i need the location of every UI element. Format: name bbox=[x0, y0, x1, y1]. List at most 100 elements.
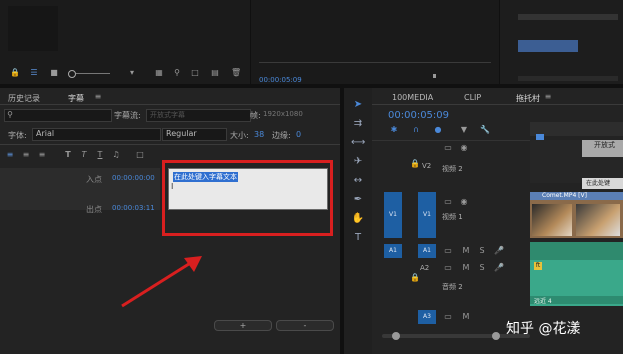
text-cursor: I bbox=[171, 182, 174, 191]
track-id-v2: V2 bbox=[422, 162, 432, 170]
font-select[interactable]: Arial bbox=[32, 128, 161, 141]
panel-menu-icon[interactable]: ≡ bbox=[94, 93, 102, 101]
sequence-timecode[interactable]: 00:00:05:09 bbox=[388, 110, 449, 121]
background-icon[interactable]: □ bbox=[136, 151, 144, 159]
tools-panel: ➤ ⇉ ⟷ ✈ ↔ ✒ ✋ T bbox=[344, 88, 372, 354]
border-value[interactable]: 0 bbox=[296, 130, 301, 139]
audio-clip-a1[interactable] bbox=[530, 242, 623, 260]
bold-icon[interactable]: T bbox=[64, 151, 72, 159]
monitor-marker bbox=[433, 74, 436, 78]
razor-icon[interactable]: ✈ bbox=[351, 155, 365, 168]
tab-captions[interactable]: 字幕 bbox=[68, 93, 84, 104]
track-select-icon[interactable]: ⇉ bbox=[351, 117, 365, 130]
overview-bar bbox=[518, 14, 618, 20]
clip-open-caption[interactable]: 开放式 bbox=[582, 140, 623, 157]
sequence-menu-icon[interactable]: ≡ bbox=[544, 93, 552, 101]
toolbar-divider bbox=[0, 144, 340, 145]
wrench-icon[interactable]: 🔧 bbox=[480, 126, 490, 134]
toggle-sync-icon-a3[interactable]: ▭ bbox=[444, 313, 452, 321]
scroll-handle-left[interactable] bbox=[392, 332, 400, 340]
caption-panel: 历史记录 字幕 ≡ ⚲ 字幕流: 开放式字幕 帧: 1920x1080 字体: … bbox=[0, 88, 340, 354]
caption-text-area[interactable]: 在此处键入字幕文本 I bbox=[168, 168, 328, 210]
trash-icon[interactable]: 🗑 bbox=[231, 69, 241, 77]
caption-text[interactable]: 在此处键入字幕文本 bbox=[173, 172, 238, 182]
mute-icon-a3[interactable]: M bbox=[462, 313, 470, 321]
slip-icon[interactable]: ↔ bbox=[351, 174, 365, 187]
video-clip-title: Comet.MP4 [V] bbox=[530, 192, 623, 200]
search-input[interactable] bbox=[4, 109, 112, 122]
toggle-sync-icon-v1[interactable]: ▭ bbox=[444, 198, 452, 206]
selection-tool-icon[interactable]: ➤ bbox=[351, 98, 365, 111]
solo-icon-a1[interactable]: S bbox=[478, 247, 486, 255]
tab-underline bbox=[0, 104, 340, 105]
linked-selection-icon[interactable]: ∩ bbox=[412, 126, 420, 134]
snap-icon[interactable]: ✱ bbox=[390, 126, 398, 134]
sort-icon[interactable]: ▾ bbox=[128, 69, 136, 77]
mute-icon-a1[interactable]: M bbox=[462, 247, 470, 255]
media-thumb-area bbox=[8, 6, 58, 51]
add-caption-button[interactable]: + bbox=[214, 320, 272, 331]
out-timecode[interactable]: 00:00:03:11 bbox=[112, 204, 155, 212]
marker-icon[interactable]: ▼ bbox=[460, 126, 468, 134]
pen-icon[interactable]: ✒ bbox=[351, 193, 365, 206]
new-bin-icon[interactable]: □ bbox=[191, 69, 199, 77]
monitor-timecode: 00:00:05:09 bbox=[259, 76, 302, 84]
list-view-icon[interactable]: ☰ bbox=[30, 69, 38, 77]
remove-caption-button[interactable]: - bbox=[276, 320, 334, 331]
mic-icon-a1[interactable]: 🎤 bbox=[494, 247, 504, 255]
track-target-a1[interactable]: A1 bbox=[418, 244, 436, 258]
audio-clip-a2[interactable]: ft 远近 4 bbox=[530, 260, 623, 306]
tab-history[interactable]: 历史记录 bbox=[8, 93, 40, 104]
timeline-panel: 100MEDIA CLIP 拖托村 ≡ 00:00:05:09 ✱ ∩ ● ▼ … bbox=[372, 88, 623, 354]
mic-icon-a2[interactable]: 🎤 bbox=[494, 264, 504, 272]
add-marker-icon[interactable]: ● bbox=[434, 126, 442, 134]
type-tool-icon[interactable]: T bbox=[351, 231, 365, 244]
monitor-scrub-line bbox=[259, 62, 491, 63]
overview-clip bbox=[518, 40, 578, 52]
clip-caption-2[interactable]: 在此处键 bbox=[582, 178, 623, 189]
tab-sequence[interactable]: 拖托村 bbox=[516, 93, 540, 104]
icon-view-icon[interactable]: ■ bbox=[50, 69, 58, 77]
frame-label: 帧: bbox=[250, 111, 261, 120]
hand-icon[interactable]: ✋ bbox=[351, 212, 365, 225]
lock-track-icon-a2[interactable]: 🔒 bbox=[410, 274, 420, 282]
underline-icon[interactable]: T bbox=[96, 151, 104, 159]
scroll-handle-right[interactable] bbox=[492, 332, 500, 340]
zoom-slider-handle[interactable] bbox=[68, 70, 76, 78]
size-value[interactable]: 38 bbox=[254, 130, 264, 139]
ripple-edit-icon[interactable]: ⟷ bbox=[351, 136, 365, 149]
align-left-icon[interactable]: ≡ bbox=[6, 151, 14, 159]
track-target-a3[interactable]: A3 bbox=[418, 310, 436, 324]
source-patch-v1[interactable]: V1 bbox=[384, 192, 402, 238]
in-timecode[interactable]: 00:00:00:00 bbox=[112, 174, 155, 182]
mute-icon-a2[interactable]: M bbox=[462, 264, 470, 272]
toggle-sync-icon-a1[interactable]: ▭ bbox=[444, 247, 452, 255]
zoom-slider[interactable] bbox=[76, 73, 110, 74]
video-clip[interactable]: Comet.MP4 [V] bbox=[530, 192, 623, 238]
tab-media[interactable]: 100MEDIA bbox=[392, 93, 433, 102]
align-center-icon[interactable]: ≡ bbox=[22, 151, 30, 159]
border-label: 边缘: bbox=[272, 131, 291, 140]
timeline-overview bbox=[500, 0, 623, 84]
caption-stream-select[interactable]: 开放式字幕 bbox=[146, 109, 251, 122]
track-target-v1[interactable]: V1 bbox=[418, 192, 436, 238]
italic-icon[interactable]: T bbox=[80, 151, 88, 159]
automate-icon[interactable]: ▦ bbox=[155, 69, 163, 77]
align-right-icon[interactable]: ≡ bbox=[38, 151, 46, 159]
track-id-a2: A2 bbox=[420, 264, 430, 272]
eye-icon[interactable]: ◉ bbox=[460, 144, 468, 152]
solo-icon-a2[interactable]: S bbox=[478, 264, 486, 272]
eye-icon-v1[interactable]: ◉ bbox=[460, 198, 468, 206]
lock-icon[interactable]: 🔒 bbox=[10, 69, 20, 77]
search-icon: ⚲ bbox=[7, 110, 13, 119]
tab-clip[interactable]: CLIP bbox=[464, 93, 481, 102]
style-select[interactable]: Regular bbox=[162, 128, 227, 141]
toggle-sync-icon[interactable]: ▭ bbox=[444, 144, 452, 152]
toggle-sync-icon-a2[interactable]: ▭ bbox=[444, 264, 452, 272]
lock-track-icon[interactable]: 🔒 bbox=[410, 160, 420, 168]
overview-scroll[interactable] bbox=[518, 76, 618, 81]
music-note-icon[interactable]: ♫ bbox=[112, 151, 120, 159]
find-icon[interactable]: ⚲ bbox=[173, 69, 181, 77]
new-item-icon[interactable]: ▤ bbox=[211, 69, 219, 77]
source-patch-a1[interactable]: A1 bbox=[384, 244, 402, 258]
